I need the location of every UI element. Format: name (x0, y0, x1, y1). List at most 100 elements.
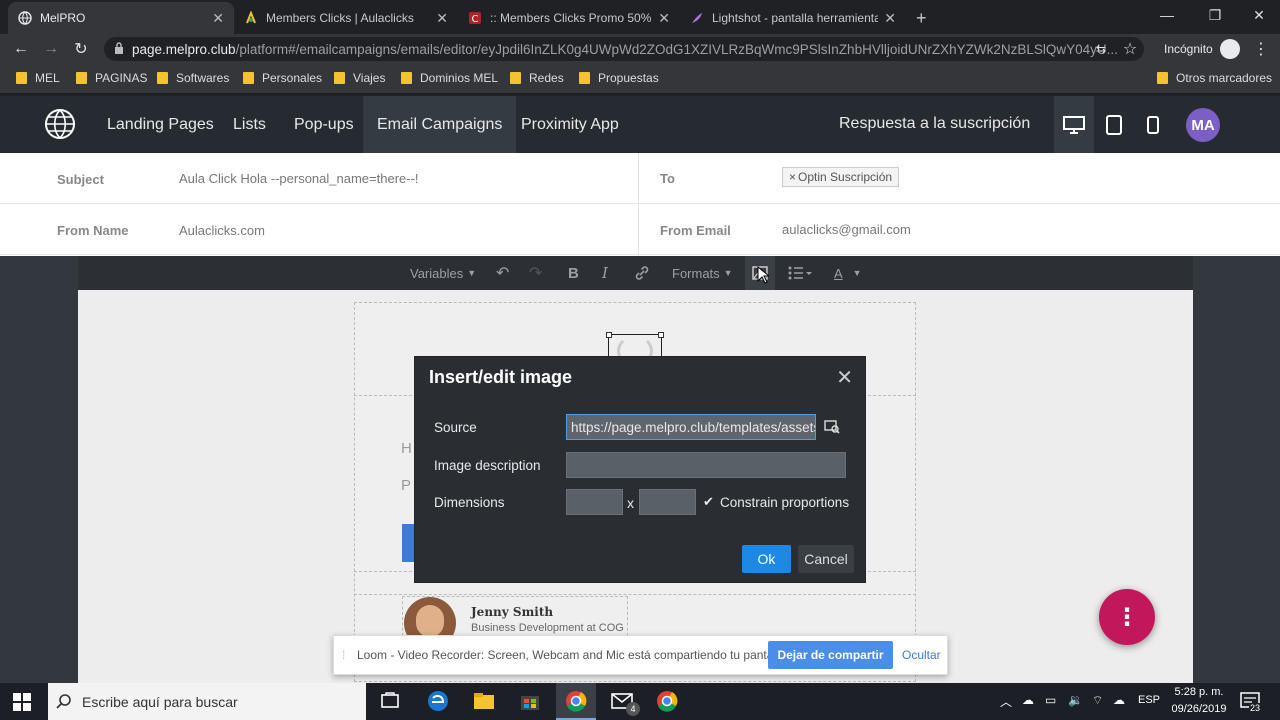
tab-members-promo[interactable]: C :: Members Clicks Promo 50% :: | ✕ (458, 2, 680, 34)
wifi-icon[interactable]: ⌔ (1092, 693, 1103, 708)
loom-share-bar: ⁞ Loom - Video Recorder: Screen, Webcam … (333, 635, 948, 675)
close-tab-icon[interactable]: ✕ (884, 10, 896, 27)
chrome-icon[interactable] (655, 689, 679, 713)
from-email-input[interactable]: aulaclicks@gmail.com (782, 222, 911, 237)
bold-icon[interactable]: B (568, 256, 579, 290)
check-icon[interactable]: ✔ (703, 494, 714, 510)
desktop-view-icon[interactable] (1054, 96, 1094, 153)
taskbar-search-input[interactable]: Escribe aquí para buscar (48, 683, 366, 720)
resize-handle[interactable] (658, 332, 664, 338)
from-name-input[interactable]: Aulaclicks.com (179, 223, 265, 238)
hide-link[interactable]: Ocultar (902, 648, 941, 662)
tab-melpro[interactable]: MelPRO ✕ (8, 2, 234, 34)
dimensions-times: x (627, 495, 634, 511)
globe-logo-icon[interactable] (44, 108, 76, 145)
clock-time[interactable]: 5:28 p. m. (1170, 686, 1228, 698)
cancel-button[interactable]: Cancel (798, 545, 854, 573)
address-bar[interactable]: page.melpro.club/platform#/emailcampaign… (104, 37, 1144, 61)
close-tab-icon[interactable]: ✕ (658, 10, 670, 27)
resize-handle[interactable] (606, 332, 612, 338)
file-explorer-icon[interactable] (472, 689, 496, 713)
variables-dropdown[interactable]: Variables ▼ (410, 256, 476, 290)
chevron-up-icon[interactable]: ︿ (1000, 693, 1012, 710)
email-text-fragment: H (401, 440, 412, 457)
bookmark-paginas[interactable]: PAGINAS (76, 71, 147, 85)
promo-favicon-icon: C (468, 11, 482, 25)
maximize-icon[interactable]: ❐ (1192, 0, 1238, 30)
forward-icon[interactable]: → (40, 38, 62, 60)
ok-button[interactable]: Ok (742, 545, 791, 573)
nav-pop-ups[interactable]: Pop-ups (280, 96, 368, 153)
close-window-icon[interactable]: ✕ (1236, 0, 1280, 30)
folder-icon (579, 72, 590, 84)
bookmark-viajes[interactable]: Viajes (334, 71, 385, 85)
mobile-view-icon[interactable] (1133, 96, 1173, 153)
constrain-proportions-checkbox[interactable]: Constrain proportions (720, 495, 849, 510)
caret-down-icon: ▼ (723, 268, 733, 278)
nav-landing-pages[interactable]: Landing Pages (93, 96, 228, 153)
battery-icon[interactable]: ▭ (1045, 693, 1056, 707)
floating-action-button[interactable]: ⋮ (1099, 589, 1155, 645)
bookmark-dominios-mel[interactable]: Dominios MEL (401, 71, 498, 85)
reload-icon[interactable]: ↻ (70, 38, 92, 60)
aulaclicks-favicon-icon (244, 11, 258, 25)
bookmark-mel[interactable]: MEL (16, 71, 60, 85)
email-header-fields: Subject Aula Click Hola --personal_name=… (0, 153, 1280, 256)
link-icon[interactable] (634, 256, 650, 290)
bullet-list-icon[interactable] (788, 256, 812, 290)
menu-dots-icon[interactable]: ⋮ (1250, 38, 1272, 60)
close-tab-icon[interactable]: ✕ (212, 10, 224, 27)
incognito-icon[interactable] (1220, 39, 1240, 59)
other-bookmarks[interactable]: Otros marcadores (1157, 71, 1272, 85)
remove-tag-icon[interactable]: × (789, 170, 796, 184)
translate-icon[interactable]: ⇆ (1090, 38, 1112, 60)
volume-icon[interactable]: 🔉 (1068, 693, 1083, 707)
bookmark-personales[interactable]: Personales (243, 71, 322, 85)
store-icon[interactable] (518, 689, 542, 713)
minimize-icon[interactable]: — (1144, 0, 1190, 30)
bookmark-propuestas[interactable]: Propuestas (579, 71, 659, 85)
nav-proximity-app[interactable]: Proximity App (507, 96, 633, 153)
clock-date[interactable]: 09/26/2019 (1166, 703, 1232, 715)
bookmark-redes[interactable]: Redes (510, 71, 564, 85)
formats-dropdown[interactable]: Formats ▼ (672, 256, 733, 290)
edge-icon[interactable] (426, 689, 450, 713)
back-icon[interactable]: ← (10, 38, 32, 60)
avatar[interactable]: MA (1186, 108, 1220, 142)
loom-message: Loom - Video Recorder: Screen, Webcam an… (357, 648, 789, 662)
source-input[interactable]: https://page.melpro.club/templates/asset… (566, 414, 816, 440)
close-icon[interactable]: ✕ (836, 365, 853, 390)
bookmark-softwares[interactable]: Softwares (157, 71, 229, 85)
task-view-icon[interactable] (378, 689, 402, 713)
incognito-label: Incógnito (1164, 42, 1213, 56)
chrome-icon[interactable] (564, 689, 588, 713)
mail-badge: 4 (626, 702, 640, 716)
globe-icon (18, 11, 32, 25)
onedrive-icon[interactable]: ☁ (1113, 693, 1125, 707)
windows-start-icon[interactable] (13, 693, 31, 716)
drag-handle-icon[interactable]: ⁞ (342, 648, 345, 662)
stop-sharing-button[interactable]: Dejar de compartir (768, 641, 893, 669)
to-list-tag[interactable]: × Optin Suscripción (782, 167, 900, 187)
cloud-icon[interactable]: ☁ (1022, 693, 1034, 707)
nav-email-campaigns[interactable]: Email Campaigns (363, 96, 517, 153)
undo-icon[interactable]: ↶ (496, 256, 509, 290)
description-input[interactable] (566, 452, 846, 478)
width-input[interactable] (566, 489, 623, 515)
tab-members-clicks[interactable]: Members Clicks | Aulaclicks ✕ (234, 2, 458, 34)
tablet-view-icon[interactable] (1094, 96, 1134, 153)
height-input[interactable] (639, 489, 696, 515)
folder-icon (334, 72, 345, 84)
folder-icon (157, 72, 168, 84)
tab-lightshot[interactable]: Lightshot - pantalla herramienta ✕ (680, 2, 906, 34)
close-tab-icon[interactable]: ✕ (436, 10, 448, 27)
star-icon[interactable]: ☆ (1119, 38, 1141, 60)
nav-lists[interactable]: Lists (219, 96, 280, 153)
redo-icon[interactable]: ↷ (529, 256, 542, 290)
italic-icon[interactable]: I (602, 256, 608, 290)
text-color-icon[interactable]: A ▼ (834, 256, 862, 290)
language-indicator[interactable]: ESP (1138, 694, 1160, 706)
subject-input[interactable]: Aula Click Hola --personal_name=there--! (179, 171, 419, 186)
browse-image-icon[interactable] (819, 414, 845, 440)
new-tab-button[interactable]: + (908, 2, 942, 34)
